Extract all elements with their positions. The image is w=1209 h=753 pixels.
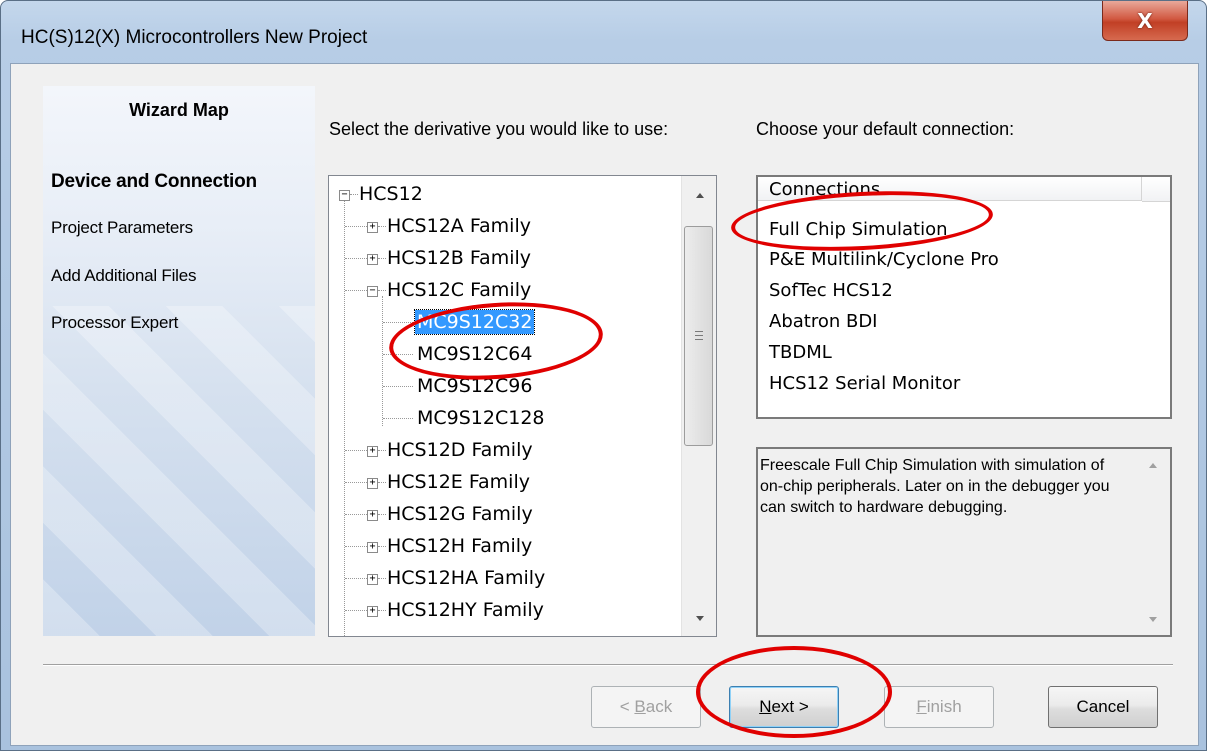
tree-connector — [345, 290, 367, 291]
tree-connector — [345, 258, 367, 259]
cancel-button-label: Cancel — [1076, 697, 1130, 716]
tree-label: MC9S12C128 — [417, 407, 545, 429]
next-button[interactable]: Next > — [729, 686, 839, 728]
close-icon: X — [1137, 8, 1153, 33]
tree-connector — [378, 514, 386, 515]
window-title: HC(S)12(X) Microcontrollers New Project — [21, 27, 368, 48]
connection-item-tbdml[interactable]: TBDML — [769, 342, 832, 363]
grip-icon — [694, 335, 703, 336]
tree-connector — [350, 194, 358, 195]
expand-icon[interactable]: + — [367, 478, 378, 489]
back-button-prefix: < — [619, 697, 635, 716]
tree-connector — [345, 514, 367, 515]
finish-button-mnemonic: F — [916, 697, 927, 716]
wizard-map-title: Wizard Map — [129, 100, 229, 120]
tree-label: HCS12D Family — [387, 439, 533, 461]
description-text: Freescale Full Chip Simulation with simu… — [760, 457, 1110, 516]
connections-column-header[interactable]: Connections — [758, 177, 1142, 201]
connection-item-softec[interactable]: SofTec HCS12 — [769, 280, 893, 301]
expand-icon[interactable]: + — [367, 254, 378, 265]
connection-item-abatron[interactable]: Abatron BDI — [769, 311, 878, 332]
back-button-mnemonic: B — [634, 697, 646, 716]
expand-icon[interactable]: + — [367, 222, 378, 233]
tree-label: HCS12HY Family — [387, 599, 544, 621]
connections-list[interactable]: Connections Full Chip Simulation P&E Mul… — [756, 175, 1172, 419]
scroll-down-icon[interactable] — [1149, 617, 1157, 622]
tree-connector — [378, 258, 386, 259]
tree-label: HCS12H Family — [387, 535, 533, 557]
tree-connector — [345, 482, 367, 483]
connections-column-header-filler — [1142, 177, 1170, 202]
tree-connector — [383, 418, 413, 419]
scroll-down-icon[interactable] — [695, 616, 704, 621]
expand-icon[interactable]: + — [367, 542, 378, 553]
tree-connector — [378, 546, 386, 547]
tree-connector — [345, 226, 367, 227]
derivative-tree[interactable]: − HCS12 + HCS12A Family + HCS12B Family … — [328, 175, 717, 637]
tree-connector — [345, 610, 367, 611]
connection-item-full-chip-simulation[interactable]: Full Chip Simulation — [769, 219, 948, 240]
wizard-step-add-additional-files: Add Additional Files — [51, 266, 197, 285]
tree-label: HCS12A Family — [387, 215, 531, 237]
cancel-button[interactable]: Cancel — [1048, 686, 1158, 728]
tree-label: HCS12HA Family — [387, 567, 546, 589]
tree-label: MC9S12C64 — [417, 343, 533, 365]
connection-item-pe-multilink[interactable]: P&E Multilink/Cyclone Pro — [769, 249, 999, 270]
back-button[interactable]: < Back — [591, 686, 701, 728]
button-divider — [43, 664, 1173, 666]
wizard-map-decoration — [43, 306, 315, 636]
derivative-prompt: Select the derivative you would like to … — [329, 119, 669, 139]
tree-connector — [378, 226, 386, 227]
scroll-up-icon[interactable] — [695, 193, 704, 198]
finish-button-label: inish — [926, 697, 962, 716]
tree-connector — [378, 290, 386, 291]
close-button[interactable]: X — [1102, 1, 1188, 41]
dialog-client-area: Wizard Map Device and Connection Project… — [10, 63, 1199, 746]
connection-description: Freescale Full Chip Simulation with simu… — [756, 447, 1172, 637]
tree-connector — [378, 450, 386, 451]
expand-icon[interactable]: + — [367, 510, 378, 521]
tree-connector — [383, 322, 413, 323]
tree-connector — [345, 578, 367, 579]
scroll-up-icon[interactable] — [1149, 463, 1157, 468]
expand-icon[interactable]: + — [367, 446, 378, 457]
expand-icon[interactable]: + — [367, 574, 378, 585]
next-button-mnemonic: N — [759, 697, 772, 716]
tree-connector — [383, 354, 413, 355]
back-button-label: ack — [645, 697, 673, 716]
collapse-icon[interactable]: − — [339, 190, 350, 201]
tree-connector — [383, 386, 413, 387]
tree-label: HCS12E Family — [387, 471, 530, 493]
connection-prompt: Choose your default connection: — [756, 119, 1015, 139]
grip-icon — [694, 331, 703, 332]
collapse-icon[interactable]: − — [367, 286, 378, 297]
next-button-label: ext > — [771, 697, 809, 716]
tree-label: HCS12G Family — [387, 503, 533, 525]
tree-connector — [345, 450, 367, 451]
tree-label: MC9S12C96 — [417, 375, 533, 397]
description-scrollbar[interactable] — [1136, 449, 1170, 635]
tree-root-line — [344, 198, 345, 636]
tree-label: HCS12B Family — [387, 247, 532, 269]
wizard-step-processor-expert: Processor Expert — [51, 313, 179, 332]
tree-connector — [345, 546, 367, 547]
tree-connector — [378, 610, 386, 611]
wizard-map-panel: Wizard Map Device and Connection Project… — [43, 86, 315, 636]
tree-label: MC9S12C32 — [413, 309, 536, 335]
connection-item-serial-monitor[interactable]: HCS12 Serial Monitor — [769, 373, 960, 394]
expand-icon[interactable]: + — [367, 606, 378, 617]
tree-label: HCS12 — [359, 183, 423, 205]
tree-label: HCS12C Family — [387, 279, 532, 301]
tree-connector — [378, 482, 386, 483]
tree-branch-line — [382, 296, 383, 426]
finish-button[interactable]: Finish — [884, 686, 994, 728]
wizard-step-project-parameters: Project Parameters — [51, 218, 193, 237]
wizard-step-device-and-connection: Device and Connection — [51, 171, 257, 192]
grip-icon — [694, 339, 703, 340]
tree-scrollbar[interactable] — [681, 176, 716, 636]
tree-connector — [378, 578, 386, 579]
new-project-dialog: HC(S)12(X) Microcontrollers New Project … — [0, 0, 1207, 751]
tree-scroll-thumb[interactable] — [684, 226, 713, 446]
